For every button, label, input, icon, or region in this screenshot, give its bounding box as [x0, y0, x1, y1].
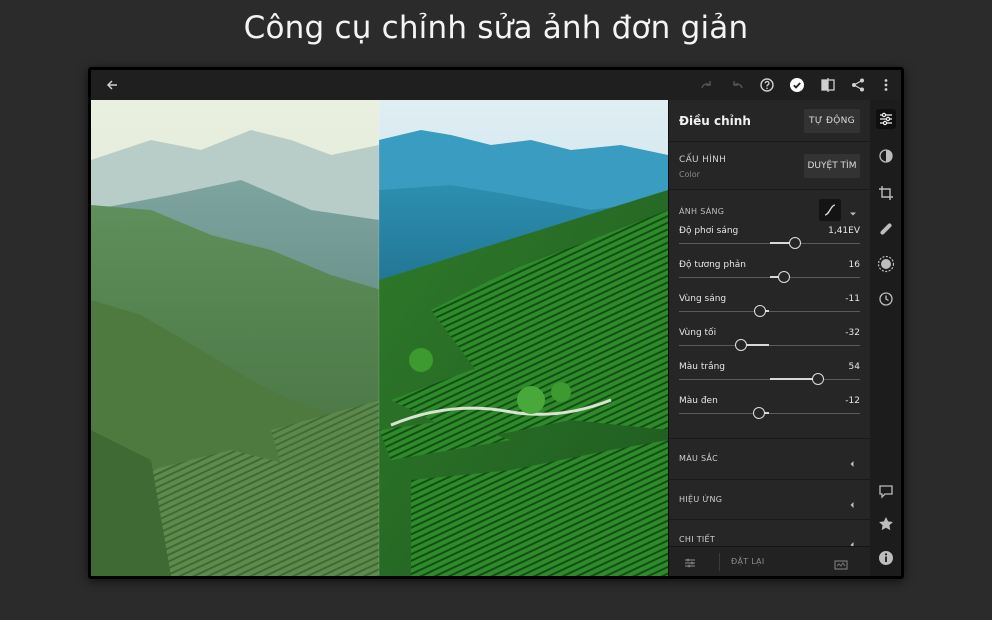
preset-sliders-icon[interactable]: [683, 555, 697, 569]
slider-knob[interactable]: [777, 271, 790, 283]
slider-value: 16: [848, 260, 860, 270]
back-arrow-icon[interactable]: [104, 77, 120, 93]
compare-icon[interactable]: [820, 77, 836, 93]
slider-fill: [769, 378, 819, 380]
panel-title: Điều chỉnh: [679, 114, 751, 128]
light-section-header: ÁNH SÁNG: [679, 207, 725, 216]
slider-label: Vùng sáng: [679, 294, 727, 304]
slider-value: 54: [848, 362, 860, 372]
share-icon[interactable]: [850, 77, 866, 93]
slider-knob[interactable]: [812, 373, 825, 385]
profile-value: Color: [679, 170, 700, 179]
more-icon[interactable]: [878, 77, 894, 93]
slider-label: Độ phơi sáng: [679, 226, 739, 236]
section-label: MÀU SẮC: [679, 454, 719, 463]
info-icon[interactable]: [876, 548, 896, 568]
slider-value: -32: [845, 328, 860, 338]
healing-brush-icon[interactable]: [876, 219, 896, 239]
history-icon[interactable]: [876, 289, 896, 309]
slider-label: Màu trắng: [679, 362, 726, 372]
color-mix-icon[interactable]: [876, 146, 896, 166]
slider-highlights[interactable]: Vùng sáng -11: [679, 294, 860, 324]
panel-footer: ĐẶT LẠI: [669, 546, 870, 576]
redo-icon[interactable]: [699, 77, 715, 93]
tool-rail: [870, 100, 901, 576]
section-effects[interactable]: HIỆU ỨNG: [669, 479, 870, 519]
slider-whites[interactable]: Màu trắng 54: [679, 362, 860, 392]
panel-header: Điều chỉnh TỰ ĐỘNG: [669, 100, 870, 142]
slider-track[interactable]: [679, 413, 860, 414]
section-label: CHI TIẾT: [679, 535, 716, 544]
slider-track[interactable]: [679, 311, 860, 312]
slider-value: -11: [845, 294, 860, 304]
slider-contrast[interactable]: Độ tương phản 16: [679, 260, 860, 290]
chevron-left-icon: [847, 454, 857, 467]
chevron-left-icon: [847, 535, 857, 548]
chevron-left-icon: [847, 495, 857, 508]
done-check-icon[interactable]: [789, 77, 805, 93]
undo-icon[interactable]: [729, 77, 745, 93]
slider-value: 1,41EV: [828, 226, 860, 236]
section-color[interactable]: MÀU SẮC: [669, 438, 870, 478]
slider-exposure[interactable]: Độ phơi sáng 1,41EV: [679, 226, 860, 256]
slider-knob[interactable]: [754, 305, 767, 317]
slider-track[interactable]: [679, 345, 860, 346]
slider-label: Vùng tối: [679, 328, 717, 338]
slider-label: Độ tương phản: [679, 260, 746, 270]
selective-icon[interactable]: [876, 254, 896, 274]
adjust-panel: Điều chỉnh TỰ ĐỘNG CẤU HÌNH Color DUYỆT …: [668, 100, 870, 576]
slider-shadows[interactable]: Vùng tối -32: [679, 328, 860, 358]
slider-knob[interactable]: [752, 407, 765, 419]
slider-label: Màu đen: [679, 396, 718, 406]
slider-blacks[interactable]: Màu đen -12: [679, 396, 860, 426]
comment-icon[interactable]: [876, 481, 896, 501]
adjust-sliders-icon[interactable]: [876, 109, 896, 129]
section-label: HIỆU ỨNG: [679, 495, 723, 504]
star-icon[interactable]: [876, 514, 896, 534]
chevron-down-icon[interactable]: [848, 204, 858, 216]
help-icon[interactable]: [759, 77, 775, 93]
slider-value: -12: [845, 396, 860, 406]
reset-button[interactable]: ĐẶT LẠI: [731, 557, 765, 566]
headline: Công cụ chỉnh sửa ảnh đơn giản: [243, 10, 749, 46]
footer-divider: [719, 553, 720, 571]
slider-knob[interactable]: [734, 339, 747, 351]
crop-icon[interactable]: [876, 183, 896, 203]
profile-label: CẤU HÌNH: [679, 155, 727, 165]
before-after-icon[interactable]: [834, 556, 848, 570]
auto-button[interactable]: TỰ ĐỘNG: [804, 109, 860, 133]
top-toolbar: [91, 70, 901, 100]
profile-row[interactable]: CẤU HÌNH Color DUYỆT TÌM: [669, 142, 870, 190]
app-screen: Điều chỉnh TỰ ĐỘNG CẤU HÌNH Color DUYỆT …: [91, 70, 901, 576]
photo-canvas[interactable]: [91, 100, 668, 576]
tone-curve-button[interactable]: [819, 199, 841, 221]
slider-knob[interactable]: [788, 237, 801, 249]
browse-button[interactable]: DUYỆT TÌM: [804, 154, 860, 178]
device-frame: Điều chỉnh TỰ ĐỘNG CẤU HÌNH Color DUYỆT …: [88, 67, 904, 579]
